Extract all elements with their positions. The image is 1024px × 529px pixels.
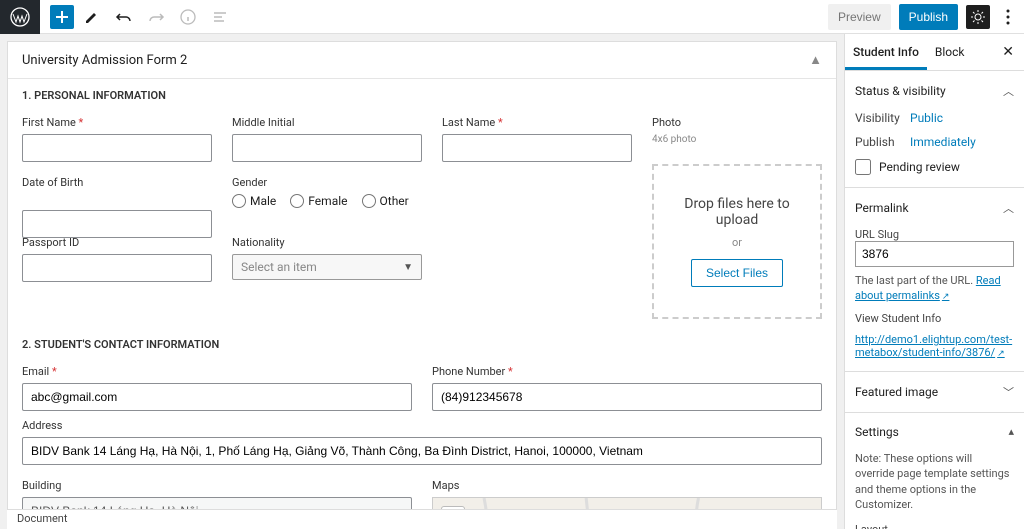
form-title-row[interactable]: University Admission Form 2 ▲ — [8, 42, 836, 79]
section-2-label: 2. STUDENT'S CONTACT INFORMATION — [8, 328, 836, 359]
phone-input[interactable] — [432, 383, 822, 411]
photo-label: Photo — [652, 116, 822, 129]
more-menu-icon[interactable] — [998, 9, 1018, 25]
select-files-button[interactable]: Select Files — [691, 259, 783, 287]
photo-sublabel: 4x6 photo — [652, 134, 822, 145]
chevron-up-icon: ︿ — [1003, 200, 1014, 216]
wp-logo[interactable] — [0, 0, 40, 34]
nationality-label: Nationality — [232, 236, 422, 249]
view-label: View Student Info — [855, 312, 1014, 325]
external-icon: ↗ — [942, 292, 950, 302]
settings-panel-head[interactable]: Settings▴ — [845, 413, 1024, 451]
email-label: Email * — [22, 365, 412, 378]
visibility-label: Visibility — [855, 111, 910, 125]
map-zoom[interactable]: + − — [441, 506, 465, 509]
photo-upload-box[interactable]: Drop files here to upload or Select File… — [652, 164, 822, 319]
footer-breadcrumb[interactable]: Document — [7, 509, 837, 529]
settings-button[interactable] — [966, 5, 990, 29]
building-input — [22, 497, 412, 509]
zoom-in-button[interactable]: + — [442, 507, 464, 509]
gender-female[interactable]: Female — [290, 194, 347, 208]
first-name-input[interactable] — [22, 134, 212, 162]
gender-other[interactable]: Other — [362, 194, 409, 208]
view-url-link[interactable]: http://demo1.elightup.com/test-metabox/s… — [855, 333, 1012, 359]
pending-review-checkbox[interactable]: Pending review — [855, 159, 1014, 175]
middle-initial-label: Middle Initial — [232, 116, 422, 129]
top-toolbar: Preview Publish — [0, 0, 1024, 34]
last-name-input[interactable] — [442, 134, 632, 162]
layout-label: Layout — [855, 523, 1014, 529]
undo-icon[interactable] — [110, 3, 138, 31]
external-icon: ↗ — [997, 349, 1005, 359]
outline-icon[interactable] — [206, 3, 234, 31]
preview-button[interactable]: Preview — [828, 4, 891, 30]
collapse-icon: ▲ — [809, 52, 822, 68]
edit-icon[interactable] — [78, 3, 106, 31]
drop-text: Drop files here to upload — [664, 196, 810, 228]
publish-button[interactable]: Publish — [899, 4, 958, 30]
gender-label: Gender — [232, 176, 422, 189]
chevron-up-icon: ▴ — [1008, 425, 1014, 438]
settings-note: Note: These options will override page t… — [855, 451, 1014, 513]
building-label: Building — [22, 479, 412, 492]
middle-initial-input[interactable] — [232, 134, 422, 162]
gender-male[interactable]: Male — [232, 194, 276, 208]
url-slug-label: URL Slug — [855, 228, 1014, 241]
address-input[interactable] — [22, 437, 822, 465]
form-title: University Admission Form 2 — [22, 53, 187, 68]
url-slug-input[interactable] — [855, 241, 1014, 267]
add-block-button[interactable] — [50, 5, 74, 29]
passport-label: Passport ID — [22, 236, 212, 249]
section-1-label: 1. PERSONAL INFORMATION — [8, 79, 836, 110]
info-icon[interactable] — [174, 3, 202, 31]
map[interactable]: Ba Đình Phố Đội Cấn Phố Kim Mã Phố Chùa … — [432, 497, 822, 509]
email-input[interactable] — [22, 383, 412, 411]
tab-block[interactable]: Block — [927, 35, 973, 70]
nationality-select[interactable]: Select an item▼ — [232, 254, 422, 280]
chevron-down-icon: ﹀ — [1003, 384, 1014, 400]
tab-student-info[interactable]: Student Info — [845, 35, 927, 70]
settings-sidebar: Student Info Block ✕ Status & visibility… — [844, 34, 1024, 529]
featured-image-panel-head[interactable]: Featured image﹀ — [845, 372, 1024, 412]
address-label: Address — [22, 419, 822, 432]
publish-value[interactable]: Immediately — [910, 135, 976, 149]
redo-icon[interactable] — [142, 3, 170, 31]
status-panel-head[interactable]: Status & visibility︿ — [845, 71, 1024, 111]
chevron-up-icon: ︿ — [1003, 83, 1014, 99]
passport-input[interactable] — [22, 254, 212, 282]
permalink-panel-head[interactable]: Permalink︿ — [845, 188, 1024, 228]
phone-label: Phone Number * — [432, 365, 822, 378]
publish-label: Publish — [855, 135, 910, 149]
slug-help: The last part of the URL. Read about per… — [855, 273, 1014, 304]
editor-area: University Admission Form 2 ▲ 1. PERSONA… — [0, 34, 844, 529]
maps-label: Maps — [432, 479, 822, 492]
first-name-label: First Name * — [22, 116, 212, 129]
chevron-down-icon: ▼ — [403, 262, 413, 273]
dob-label: Date of Birth — [22, 176, 212, 189]
visibility-value[interactable]: Public — [910, 111, 943, 125]
close-sidebar-icon[interactable]: ✕ — [992, 34, 1024, 70]
or-text: or — [664, 236, 810, 249]
last-name-label: Last Name * — [442, 116, 632, 129]
